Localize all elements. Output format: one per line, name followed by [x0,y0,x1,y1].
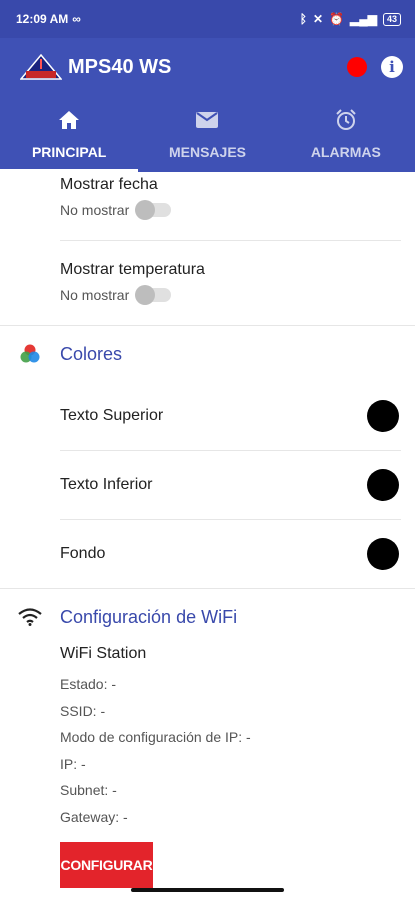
battery-icon: 43 [382,12,401,26]
setting-show-date-value: No mostrar [60,202,130,218]
colors-section-header: Colores [0,326,415,382]
color-row-background[interactable]: Fondo [0,520,415,588]
color-swatch-background[interactable] [367,538,399,570]
mute-icon: ✕ [313,12,324,26]
configure-button[interactable]: CONFIGURAR [60,842,153,888]
app-bar: MPS40 WS i [0,38,415,96]
wifi-ssid: SSID: - [60,702,106,719]
home-icon [59,108,80,132]
status-time: 12:09 AM [16,12,69,26]
tab-principal[interactable]: PRINCIPAL [0,96,138,172]
wifi-ip: IP: - [60,755,86,772]
home-indicator[interactable] [131,888,284,892]
color-label-background: Fondo [60,545,106,562]
color-row-top-text[interactable]: Texto Superior [0,382,415,450]
tab-principal-label: PRINCIPAL [31,144,107,160]
alarm-icon [335,108,357,132]
app-title: MPS40 WS [68,55,172,78]
main-content: Mostrar fecha No mostrar Mostrar tempera… [0,172,415,900]
setting-show-temperature[interactable]: Mostrar temperatura No mostrar [0,261,415,305]
setting-show-date[interactable]: Mostrar fecha No mostrar [0,176,415,220]
palette-icon [0,343,60,365]
link-icon: ∞ [72,12,81,26]
wifi-title: Configuración de WiFi [60,606,238,627]
wifi-info: WiFi Station Estado: - SSID: - Modo de c… [0,645,415,888]
color-row-bottom-text[interactable]: Texto Inferior [0,451,415,519]
tab-mensajes[interactable]: MENSAJES [138,96,276,172]
signal-icon: ▂▄▆ [350,12,377,26]
color-label-bottom-text: Texto Inferior [60,476,153,493]
tab-alarmas-label: ALARMAS [310,144,381,160]
alarm-status-icon: ⏰ [329,12,345,26]
wifi-mode: WiFi Station [60,645,147,662]
tab-mensajes-label: MENSAJES [168,144,246,160]
wifi-ip-mode: Modo de configuración de IP: - [60,729,251,745]
color-label-top-text: Texto Superior [60,407,164,424]
tab-bar: PRINCIPAL MENSAJES ALARMAS [0,96,415,172]
status-bar: 12:09 AM ∞ ᛒ ✕ ⏰ ▂▄▆ 43 [0,0,415,38]
wifi-gateway: Gateway: - [60,808,128,825]
mail-icon [196,108,219,132]
color-swatch-top-text[interactable] [367,400,399,432]
info-button[interactable]: i [381,56,403,78]
setting-show-temperature-value: No mostrar [60,287,130,303]
connection-status-dot[interactable] [347,57,367,77]
wifi-status: Estado: - [60,676,117,692]
setting-show-temperature-title: Mostrar temperatura [60,261,205,278]
color-swatch-bottom-text[interactable] [367,469,399,501]
wifi-section-header: Configuración de WiFi [0,589,415,645]
bluetooth-icon: ᛒ [299,12,307,26]
show-date-toggle[interactable] [135,200,172,220]
colors-title: Colores [60,343,123,364]
wifi-icon [0,608,60,626]
app-logo [19,53,63,80]
wifi-subnet: Subnet: - [60,782,117,798]
tab-alarmas[interactable]: ALARMAS [277,96,415,172]
setting-show-date-title: Mostrar fecha [60,176,158,193]
show-temperature-toggle[interactable] [135,285,172,305]
